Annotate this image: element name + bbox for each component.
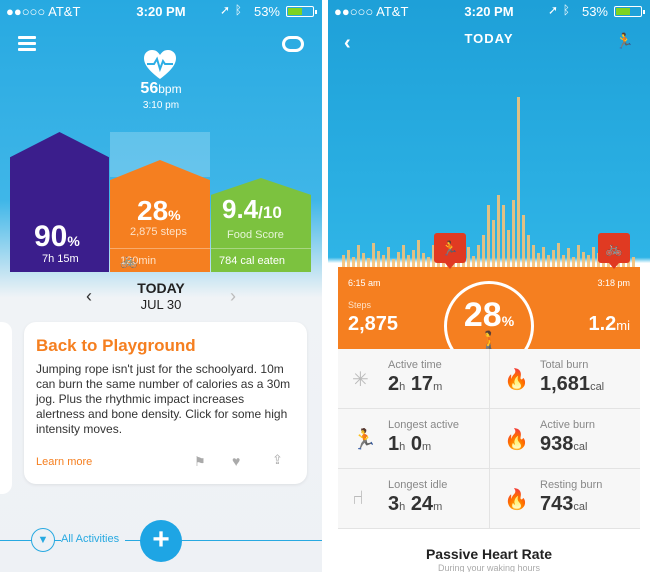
passive-heart-rate-subtitle: During your waking hours [437, 563, 541, 572]
share-icon[interactable]: ⇪ [272, 452, 283, 468]
location-icon: ➚ [547, 3, 558, 17]
card-body: Jumping rope isn't just for the schoolya… [36, 362, 291, 436]
stat-active-time[interactable]: ✳ Active time 2h 17m [338, 349, 489, 409]
heart-icon[interactable]: ♥ [232, 453, 240, 469]
chair-icon: ⑁ [352, 487, 364, 509]
calories-eaten: 784 cal eaten [219, 255, 286, 267]
end-time: 3:18 pm [597, 278, 630, 288]
steps-value: 2,875 [348, 313, 399, 335]
home-screen: ●●○○○ AT&T 3:20 PM ➚ ᛒ 53% 56bpm 3:10 pm… [0, 0, 322, 572]
stat-total-burn[interactable]: 🔥 Total burn 1,681cal [489, 349, 640, 409]
all-activities-filter[interactable]: All Activities [61, 533, 126, 545]
battery-icon [286, 6, 317, 17]
date-navigator: ‹ TODAY JUL 30 › [0, 278, 322, 314]
bluetooth-icon: ᛒ [562, 3, 570, 17]
steps-label: Steps [348, 300, 372, 310]
status-bar: ●●○○○ AT&T 3:20 PM ➚ ᛒ 53% [328, 0, 650, 22]
bike-icon: 🚲 [120, 252, 138, 268]
next-day-icon[interactable]: › [230, 286, 236, 307]
passive-heart-rate-title: Passive Heart Rate [425, 546, 553, 562]
sleep-percent: 90% [34, 220, 80, 253]
run-activity-pin-icon[interactable]: 🏃 [434, 233, 466, 269]
menu-icon[interactable] [18, 36, 36, 51]
previous-card[interactable] [0, 322, 12, 494]
stats-grid: ✳ Active time 2h 17m 🔥 Total burn 1,681c… [338, 349, 640, 529]
location-icon: ➚ [219, 3, 230, 17]
flame-icon: 🔥 [504, 429, 529, 451]
steps-count: 2,875 steps [130, 226, 187, 238]
food-score: 9.4/10 [222, 194, 282, 224]
filter-icon[interactable]: ▼ [31, 528, 55, 552]
stat-longest-idle[interactable]: ⑁ Longest idle 3h 24m [338, 469, 489, 529]
battery-percent: 53% [581, 4, 608, 19]
active-time-icon: ✳ [352, 369, 369, 391]
page-title: TODAY [464, 31, 514, 46]
stat-longest-active[interactable]: 🏃 Longest active 1h 0m [338, 409, 489, 469]
battery-icon [614, 6, 645, 17]
steps-percent: 28% [137, 195, 181, 226]
distance-value: 1.2mi [588, 313, 630, 335]
add-activity-icon[interactable]: 🏃 [615, 32, 634, 50]
date-label: TODAY [137, 280, 185, 296]
heart-rate-value: 56bpm [140, 80, 182, 97]
stat-resting-burn[interactable]: 🔥 Resting burn 743cal [489, 469, 640, 529]
card-title: Back to Playground [36, 336, 196, 355]
bluetooth-icon: ᛒ [234, 3, 242, 17]
start-time: 6:15 am [348, 278, 381, 288]
add-button[interactable]: + [140, 520, 182, 562]
status-bar: ●●○○○ AT&T 3:20 PM ➚ ᛒ 53% [0, 0, 322, 22]
learn-more-link[interactable]: Learn more [36, 456, 92, 468]
sleep-bar[interactable]: 90% 7h 15m [10, 132, 109, 272]
runner-icon: 🏃 [352, 429, 377, 451]
food-bar[interactable]: 9.4/10 Food Score 784 cal eaten [211, 178, 311, 272]
food-score-label: Food Score [227, 229, 284, 241]
insight-card[interactable]: Back to Playground Jumping rope isn't ju… [24, 322, 307, 484]
date-value: JUL 30 [140, 297, 182, 312]
sleep-duration: 7h 15m [42, 253, 79, 265]
flag-icon[interactable]: ⚑ [194, 454, 206, 470]
steps-detail-screen: ●●○○○ AT&T 3:20 PM ➚ ᛒ 53% ‹ TODAY 🏃 🏃 🚲… [328, 0, 650, 572]
flame-icon: 🔥 [504, 369, 529, 391]
heart-rate-icon [144, 50, 176, 79]
bike-activity-pin-icon[interactable]: 🚲 [598, 233, 630, 269]
steps-bar[interactable]: 28% 2,875 steps 120min 🚲 [110, 160, 210, 272]
heart-rate-time: 3:10 pm [142, 100, 180, 111]
flame-icon: 🔥 [504, 489, 529, 511]
band-sync-icon[interactable] [282, 36, 304, 52]
steps-chart [342, 97, 635, 270]
stat-active-burn[interactable]: 🔥 Active burn 938cal [489, 409, 640, 469]
battery-percent: 53% [253, 4, 280, 19]
